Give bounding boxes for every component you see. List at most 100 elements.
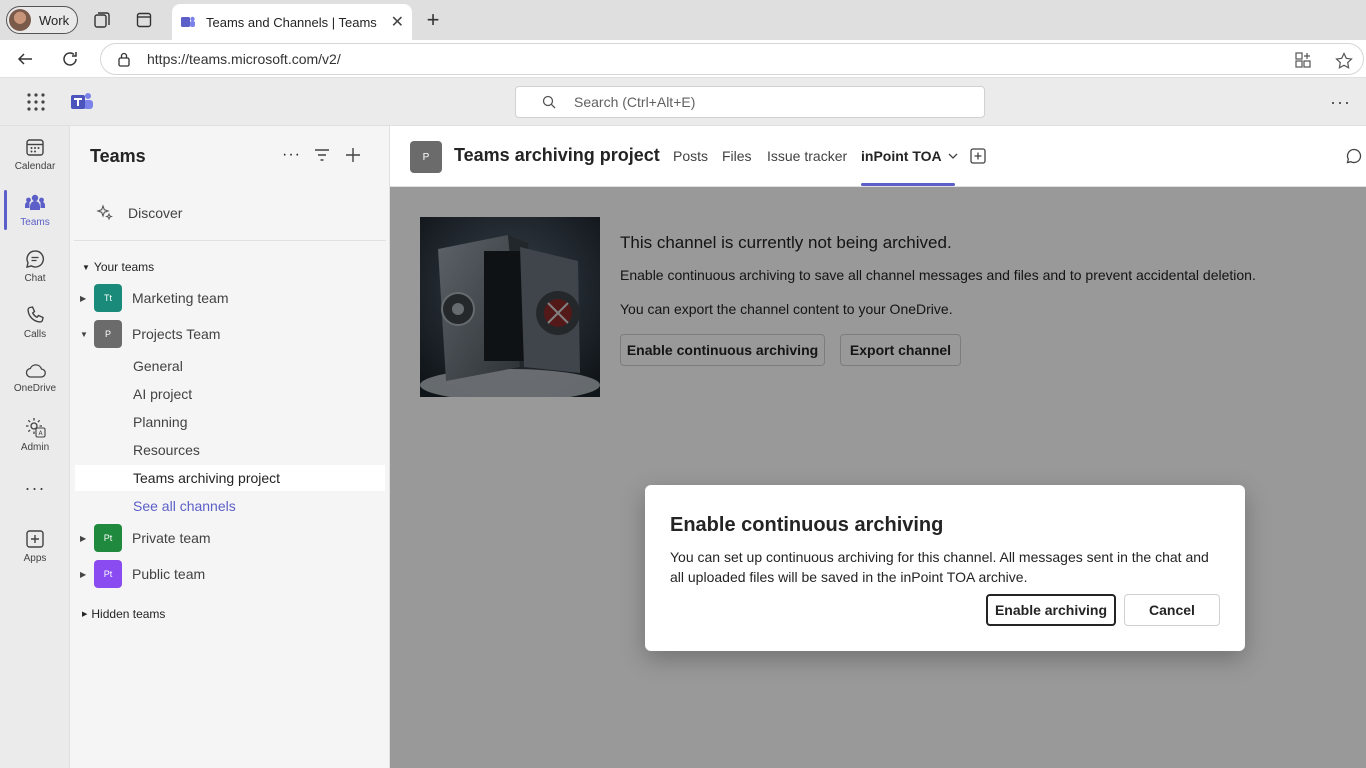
caret-down-icon: ▼ <box>80 329 88 339</box>
dialog-title: Enable continuous archiving <box>670 514 944 536</box>
tab-posts[interactable]: Posts <box>673 148 708 164</box>
new-tab-button[interactable]: + <box>418 4 448 36</box>
rail-label: Calls <box>23 328 47 340</box>
channel-item-ai-project[interactable]: AI project <box>75 381 385 407</box>
conversation-icon[interactable] <box>1346 148 1362 169</box>
url-field[interactable]: https://teams.microsoft.com/v2/ <box>100 43 1364 75</box>
rail-label: Teams <box>20 216 50 228</box>
enable-archiving-button[interactable]: Enable archiving <box>986 594 1116 626</box>
lock-icon <box>117 51 131 70</box>
team-row-public[interactable]: ▶ Pt Public team <box>80 558 380 590</box>
close-tab-icon[interactable]: ✕ <box>391 12 404 32</box>
more-options-icon[interactable]: ··· <box>282 146 301 164</box>
tab-actions-icon[interactable] <box>124 0 164 40</box>
divider <box>74 240 386 241</box>
team-row-marketing[interactable]: ▶ Tt Marketing team <box>80 282 380 314</box>
search-placeholder: Search (Ctrl+Alt+E) <box>574 94 696 110</box>
link-label: See all channels <box>133 498 236 514</box>
team-name: Projects Team <box>132 326 221 342</box>
modal-overlay[interactable] <box>390 187 1366 768</box>
caret-down-icon: ▼ <box>82 262 90 272</box>
add-team-icon[interactable] <box>345 147 361 168</box>
team-row-projects[interactable]: ▼ P Projects Team <box>80 318 380 350</box>
your-teams-header[interactable]: ▼ Your teams <box>82 260 154 274</box>
favorite-star-icon[interactable] <box>1335 52 1353 73</box>
collections-icon[interactable] <box>82 0 122 40</box>
discover-label: Discover <box>128 205 183 221</box>
channel-item-general[interactable]: General <box>75 353 385 379</box>
channel-label: Planning <box>133 414 188 430</box>
address-bar-row: https://teams.microsoft.com/v2/ <box>0 40 1366 78</box>
search-icon <box>542 95 556 112</box>
teams-list-pane: Teams ··· Discover ▼ Your teams ▶ Tt Mar… <box>70 126 390 768</box>
avatar <box>9 9 31 31</box>
browser-tab-active[interactable]: Teams and Channels | Teams archiving ✕ <box>172 4 412 40</box>
rail-more-icon[interactable]: ··· <box>0 462 70 514</box>
rail-item-chat[interactable]: Chat <box>0 238 70 294</box>
chevron-down-icon <box>948 153 958 159</box>
rail-label: Chat <box>24 272 46 284</box>
profile-label: Work <box>39 12 70 28</box>
channel-header: P Teams archiving project Posts Files Is… <box>390 126 1366 187</box>
discover-item[interactable]: Discover <box>96 204 182 222</box>
add-tab-icon[interactable] <box>970 148 986 169</box>
browser-tab-strip: Work Teams and Channels | Teams archivin… <box>0 0 1366 40</box>
tab-inpoint-toa[interactable]: inPoint TOA <box>861 148 958 164</box>
admin-icon: A <box>26 417 46 438</box>
dialog-body: You can set up continuous archiving for … <box>670 549 1209 585</box>
teams-icon <box>25 194 45 210</box>
caret-right-icon: ▶ <box>80 533 87 543</box>
search-input[interactable]: Search (Ctrl+Alt+E) <box>515 86 985 118</box>
hidden-teams-header[interactable]: ▶ Hidden teams <box>82 607 165 621</box>
enable-archiving-dialog: Enable continuous archiving You can set … <box>645 485 1245 651</box>
team-avatar: P <box>94 320 122 348</box>
channel-label: Resources <box>133 442 200 458</box>
team-avatar: Pt <box>94 560 122 588</box>
channel-item-resources[interactable]: Resources <box>75 437 385 463</box>
chat-icon <box>26 249 44 268</box>
app-launcher-icon[interactable] <box>24 90 48 119</box>
sparkle-icon <box>96 204 113 221</box>
team-name: Marketing team <box>132 290 229 306</box>
tab-issue-tracker[interactable]: Issue tracker <box>767 148 847 164</box>
see-all-channels-link[interactable]: See all channels <box>75 493 385 519</box>
team-name: Public team <box>132 566 206 582</box>
back-button[interactable] <box>10 44 40 74</box>
caret-right-icon: ▶ <box>80 293 87 303</box>
active-tab-indicator <box>861 183 955 186</box>
team-row-private[interactable]: ▶ Pt Private team <box>80 522 380 554</box>
tab-label: inPoint TOA <box>861 148 942 164</box>
calls-icon <box>27 305 44 323</box>
calendar-icon <box>26 138 44 156</box>
filter-icon[interactable] <box>314 148 330 167</box>
rail-item-teams[interactable]: Teams <box>0 182 70 238</box>
rail-item-onedrive[interactable]: OneDrive <box>0 350 70 406</box>
refresh-button[interactable] <box>55 44 85 74</box>
app-rail: Calendar Teams Chat Calls OneDrive A Adm… <box>0 126 70 768</box>
url-text: https://teams.microsoft.com/v2/ <box>147 51 341 67</box>
apps-icon <box>26 529 44 548</box>
app-available-icon[interactable] <box>1295 52 1311 71</box>
rail-item-apps[interactable]: Apps <box>0 518 70 574</box>
cloud-icon <box>25 363 46 378</box>
teams-top-bar: Search (Ctrl+Alt+E) ··· <box>0 78 1366 126</box>
pane-title: Teams <box>90 146 146 166</box>
rail-item-calls[interactable]: Calls <box>0 294 70 350</box>
rail-label: Calendar <box>14 160 56 172</box>
more-options-icon[interactable]: ··· <box>1330 92 1351 113</box>
profile-button[interactable]: Work <box>6 6 79 34</box>
channel-label: AI project <box>133 386 193 402</box>
rail-label: OneDrive <box>13 382 57 394</box>
rail-item-admin[interactable]: A Admin <box>0 406 70 462</box>
tab-files[interactable]: Files <box>722 148 752 164</box>
cancel-button[interactable]: Cancel <box>1124 594 1220 626</box>
caret-right-icon: ▶ <box>82 611 88 618</box>
rail-item-calendar[interactable]: Calendar <box>0 126 70 182</box>
channel-item-planning[interactable]: Planning <box>75 409 385 435</box>
channel-item-teams-archiving-project[interactable]: Teams archiving project <box>75 465 385 491</box>
rail-label: Admin <box>20 441 50 453</box>
channel-avatar: P <box>410 141 442 173</box>
channel-label: General <box>133 358 183 374</box>
section-label: Your teams <box>93 260 155 274</box>
teams-logo-icon <box>70 90 94 114</box>
